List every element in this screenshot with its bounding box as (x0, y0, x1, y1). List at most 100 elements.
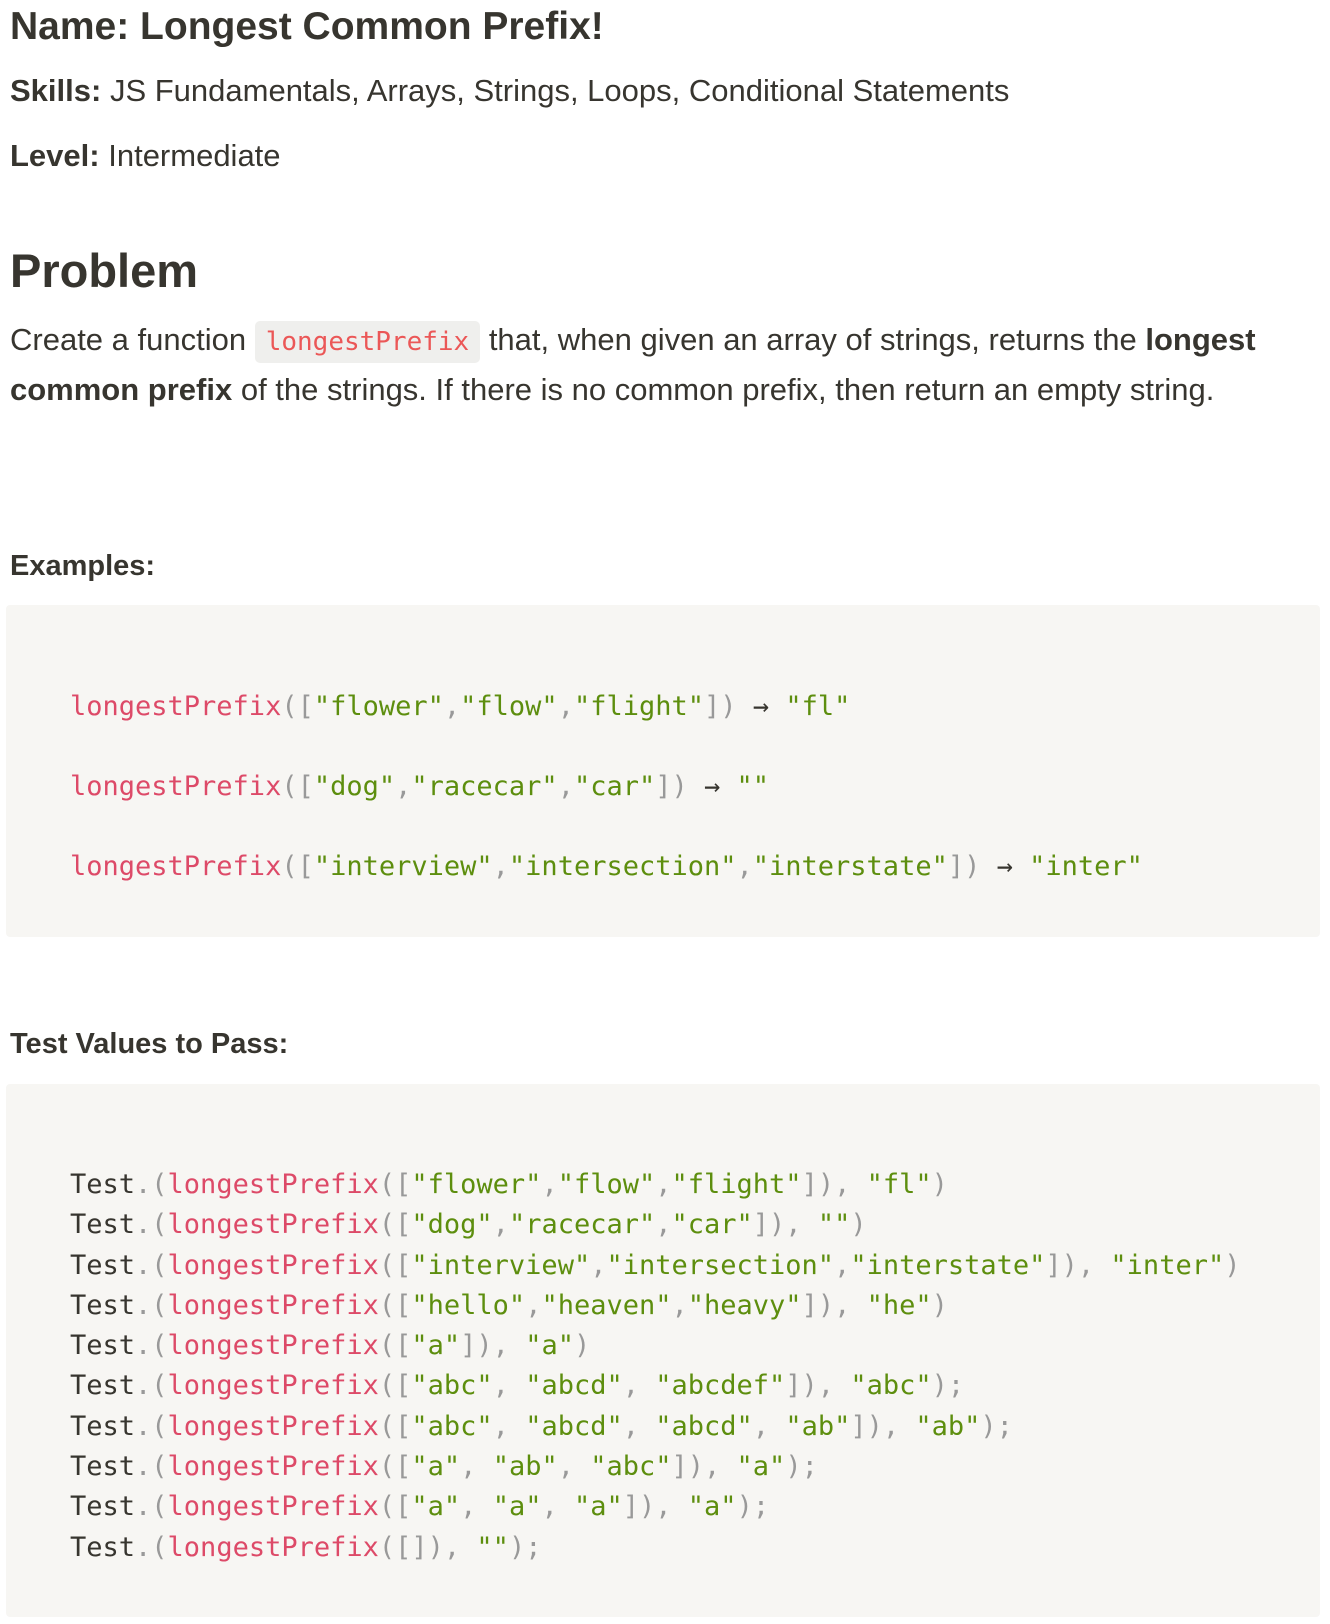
examples-heading: Examples: (10, 550, 156, 582)
function-call: longestPrefix (167, 1370, 379, 1402)
punctuation: .( (135, 1491, 168, 1523)
expected-result: "abc" (850, 1370, 932, 1402)
punctuation: , (541, 1491, 574, 1523)
example-line: longestPrefix(["interview","intersection… (70, 827, 1320, 907)
punctuation: ]), (1045, 1249, 1111, 1281)
string-argument: "a" (492, 1491, 542, 1523)
expected-result: "fl" (785, 691, 851, 722)
punctuation: , (492, 1209, 509, 1241)
punctuation: .( (135, 1410, 168, 1442)
function-call: longestPrefix (167, 1169, 379, 1200)
punctuation: ]), (801, 1169, 867, 1200)
arrow-icon: → (687, 771, 737, 802)
string-argument: "abcdef" (655, 1370, 786, 1402)
punctuation: .( (135, 1531, 168, 1563)
function-call: longestPrefix (70, 851, 282, 882)
string-argument: "a" (411, 1491, 461, 1523)
punctuation: ([ (378, 1249, 412, 1281)
punctuation: ); (785, 1451, 818, 1483)
punctuation: , (492, 851, 509, 882)
punctuation: .( (135, 1169, 168, 1200)
punctuation: ]) (655, 771, 688, 802)
test-line: Test.(longestPrefix(["abc", "abcd", "abc… (70, 1366, 1320, 1406)
punctuation: , (622, 1370, 656, 1402)
string-argument: "interview" (411, 1249, 591, 1281)
expected-result: "a" (736, 1451, 786, 1483)
test-line: Test.(longestPrefix(["a", "a", "a"]), "a… (70, 1487, 1320, 1527)
punctuation: , (834, 1249, 851, 1281)
test-object: Test (70, 1531, 136, 1563)
example-line: longestPrefix(["flower","flow","flight"]… (70, 667, 1320, 747)
problem-heading: Problem (10, 244, 199, 297)
string-argument: "abc" (411, 1370, 493, 1402)
punctuation: , (622, 1410, 656, 1442)
punctuation: , (752, 1410, 786, 1442)
punctuation: ]) (947, 851, 981, 882)
challenge-level: Level: Intermediate (10, 137, 281, 175)
punctuation: , (655, 1209, 672, 1241)
function-call: longestPrefix (167, 1289, 379, 1321)
arrow-icon: → (736, 691, 786, 722)
punctuation: .( (135, 1289, 168, 1321)
tests-heading: Test Values to Pass: (10, 1028, 289, 1060)
punctuation: ([ (378, 1410, 412, 1442)
punctuation: .( (135, 1330, 168, 1362)
punctuation: ([ (378, 1209, 412, 1241)
function-call: longestPrefix (167, 1249, 379, 1281)
punctuation: ([ (281, 851, 314, 882)
tests-code-block: Test.(longestPrefix(["flower","flow","fl… (6, 1084, 1320, 1617)
expected-result: "a" (525, 1330, 574, 1362)
punctuation: ([ (281, 691, 314, 722)
function-call: longestPrefix (167, 1330, 379, 1362)
string-argument: "car" (671, 1209, 753, 1241)
punctuation: , (671, 1289, 688, 1321)
punctuation: ([ (281, 771, 314, 802)
string-argument: "racecar" (411, 771, 558, 802)
punctuation: , (492, 1370, 526, 1402)
test-object: Test (70, 1169, 136, 1200)
string-argument: "car" (573, 771, 656, 802)
description-text-start: Create a function (10, 322, 255, 357)
string-argument: "interview" (313, 851, 493, 882)
test-line: Test.(longestPrefix(["abc", "abcd", "abc… (70, 1407, 1320, 1447)
function-call: longestPrefix (167, 1531, 379, 1563)
string-argument: "flow" (460, 691, 558, 722)
expected-result: "ab" (915, 1410, 981, 1442)
punctuation: ]), (801, 1289, 867, 1321)
punctuation: .( (135, 1451, 168, 1483)
skills-value: JS Fundamentals, Arrays, Strings, Loops,… (101, 73, 1010, 108)
punctuation: ([ (378, 1491, 412, 1523)
punctuation: ); (980, 1410, 1013, 1442)
punctuation: , (460, 1491, 493, 1523)
string-argument: "dog" (411, 1209, 493, 1241)
string-argument: "hello" (411, 1289, 526, 1321)
test-line: Test.(longestPrefix(["a", "ab", "abc"]),… (70, 1447, 1320, 1487)
string-argument: "flight" (671, 1169, 802, 1200)
test-object: Test (70, 1491, 136, 1523)
test-line: Test.(longestPrefix(["hello","heaven","h… (70, 1286, 1320, 1326)
punctuation: , (557, 771, 574, 802)
function-call: longestPrefix (70, 771, 282, 802)
test-object: Test (70, 1410, 136, 1442)
punctuation: ]), (850, 1410, 916, 1442)
punctuation: ]), (460, 1330, 526, 1362)
skills-label: Skills: (10, 73, 102, 108)
function-call: longestPrefix (167, 1209, 379, 1241)
punctuation: .( (135, 1249, 168, 1281)
punctuation: ); (931, 1370, 965, 1402)
expected-result: "" (817, 1209, 851, 1241)
string-argument: "a" (411, 1330, 461, 1362)
test-object: Test (70, 1249, 136, 1281)
punctuation: ) (931, 1169, 948, 1200)
string-argument: "racecar" (508, 1209, 656, 1241)
punctuation: ([ (378, 1330, 412, 1362)
punctuation: , (541, 1169, 558, 1200)
test-line: Test.(longestPrefix(["flower","flow","fl… (70, 1165, 1320, 1205)
expected-result: "a" (687, 1491, 737, 1523)
string-argument: "dog" (313, 771, 396, 802)
punctuation: ([ (378, 1289, 412, 1321)
punctuation: .( (135, 1370, 168, 1402)
punctuation: , (525, 1289, 542, 1321)
punctuation: ) (573, 1330, 591, 1362)
punctuation: , (460, 1451, 493, 1483)
